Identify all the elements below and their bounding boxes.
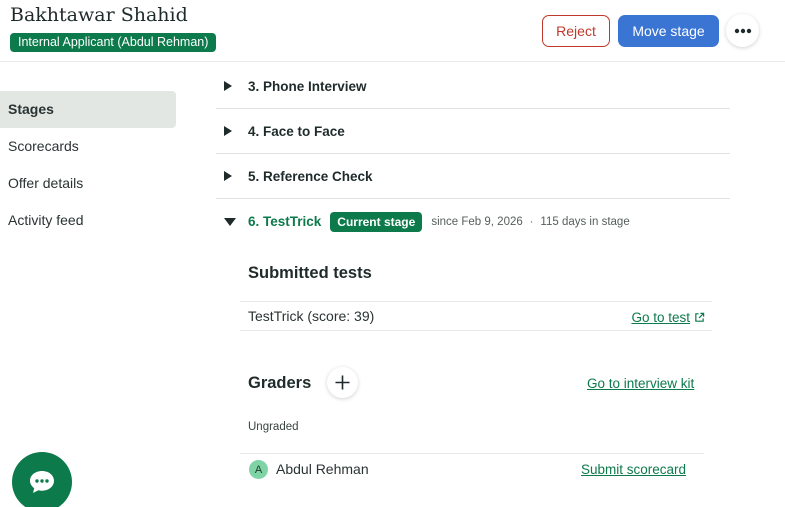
current-stage-badge: Current stage (330, 211, 423, 232)
graders-heading: Graders (248, 374, 312, 392)
sidebar-item-offer-details[interactable]: Offer details (0, 165, 176, 202)
days-in-stage: 115 days in stage (540, 215, 630, 228)
plus-icon (335, 375, 350, 390)
avatar: A (249, 460, 268, 479)
chat-button[interactable] (12, 452, 72, 507)
submit-scorecard-link[interactable]: Submit scorecard (581, 462, 686, 477)
submitted-tests-heading: Submitted tests (248, 264, 372, 282)
candidate-header: Bakhtawar Shahid Internal Applicant (Abd… (0, 0, 785, 62)
grader-row: A Abdul Rehman Submit scorecard (240, 453, 704, 485)
caret-down-icon (224, 217, 236, 226)
chat-bubble-icon (30, 471, 54, 493)
reject-button[interactable]: Reject (542, 15, 610, 47)
ungraded-label: Ungraded (248, 421, 299, 433)
stage-title: 5. Reference Check (248, 168, 373, 184)
caret-right-icon (224, 171, 232, 181)
stages-list: 3. Phone Interview 4. Face to Face 5. Re… (216, 64, 730, 244)
more-options-button[interactable] (726, 14, 759, 47)
stage-title: 3. Phone Interview (248, 78, 367, 94)
caret-right-icon (224, 126, 232, 136)
application-source-badge: Internal Applicant (Abdul Rehman) (10, 33, 217, 52)
go-to-test-label[interactable]: Go to test (631, 310, 690, 325)
meta-separator: · (529, 215, 534, 228)
external-link-icon (695, 312, 705, 322)
sidebar-item-stages[interactable]: Stages (0, 91, 176, 128)
caret-right-icon (224, 81, 232, 91)
stage-row-face-to-face[interactable]: 4. Face to Face (216, 109, 730, 154)
sidebar-item-activity-feed[interactable]: Activity feed (0, 202, 176, 239)
add-grader-button[interactable] (327, 367, 358, 398)
grader-name: Abdul Rehman (276, 461, 369, 477)
stage-row-reference-check[interactable]: 5. Reference Check (216, 154, 730, 199)
test-name-score: TestTrick (score: 39) (248, 308, 375, 324)
candidate-name: Bakhtawar Shahid (10, 4, 188, 26)
test-row: TestTrick (score: 39) Go to test (240, 301, 712, 331)
go-to-interview-kit-link[interactable]: Go to interview kit (587, 376, 694, 391)
stage-since-date: since Feb 9, 2026 (431, 215, 523, 228)
move-stage-button[interactable]: Move stage (618, 15, 719, 47)
stage-row-phone-interview[interactable]: 3. Phone Interview (216, 64, 730, 109)
stage-row-testtrick[interactable]: 6. TestTrick Current stage since Feb 9, … (216, 199, 730, 244)
go-to-test-link[interactable]: Go to test (631, 310, 705, 325)
more-horizontal-icon (734, 28, 751, 33)
stage-title: 4. Face to Face (248, 123, 345, 139)
current-stage-title: 6. TestTrick (248, 214, 322, 229)
sidebar-nav: Stages Scorecards Offer details Activity… (0, 91, 176, 239)
sidebar-item-scorecards[interactable]: Scorecards (0, 128, 176, 165)
